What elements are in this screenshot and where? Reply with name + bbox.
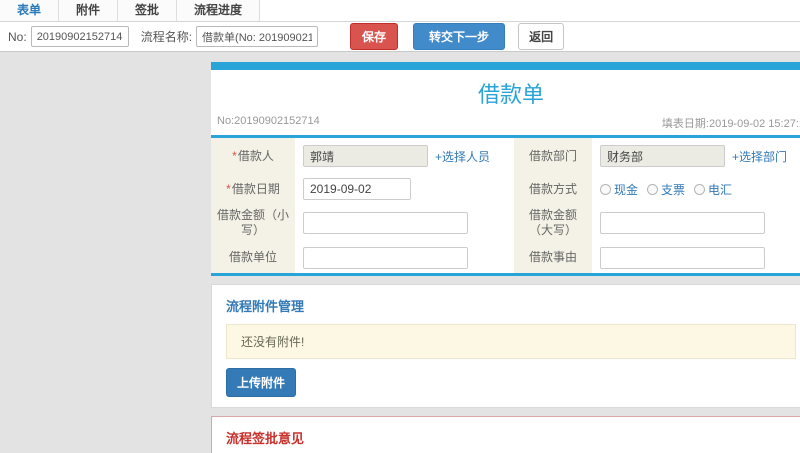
- radio-circle-icon[interactable]: [647, 183, 659, 195]
- borrower-input[interactable]: [303, 145, 428, 167]
- upload-attachment-button[interactable]: 上传附件: [226, 368, 297, 397]
- loan-date-cell: [295, 174, 514, 204]
- process-name-label: 流程名称:: [140, 30, 193, 44]
- doc-number: No:20190902152714: [217, 115, 320, 127]
- loan-date-input[interactable]: [303, 178, 411, 200]
- form-grid: *借款人 +选择人员 借款部门 +选择部门 *借款日期 借款方式: [211, 138, 800, 276]
- department-cell: +选择部门: [592, 138, 800, 174]
- radio-cash-label: 现金: [614, 182, 639, 197]
- radio-cheque-label: 支票: [661, 182, 686, 197]
- select-department-link[interactable]: +选择部门: [732, 148, 787, 165]
- fill-date: 填表日期:2019-09-02 15:27:1: [661, 118, 800, 130]
- amount-upper-label: 借款金额（大写）: [514, 204, 592, 242]
- tab-approval[interactable]: 签批: [118, 0, 178, 21]
- loan-method-label: 借款方式: [514, 174, 592, 204]
- radio-cash[interactable]: 现金: [600, 181, 638, 198]
- loan-method-radio-group: 现金 支票 电汇: [600, 181, 732, 198]
- main-content: 借款单 No:20190902152714 填表日期:2019-09-02 15…: [211, 52, 800, 453]
- attachment-heading: 流程附件管理: [226, 299, 305, 314]
- loan-date-label: *借款日期: [211, 174, 295, 204]
- loan-unit-input[interactable]: [303, 246, 468, 269]
- loan-reason-label: 借款事由: [514, 242, 592, 273]
- borrower-label: *借款人: [211, 138, 295, 174]
- loan-unit-label: 借款单位: [211, 242, 295, 273]
- tab-form[interactable]: 表单: [0, 0, 60, 21]
- attachment-panel: 流程附件管理 还没有附件! 上传附件: [211, 284, 800, 408]
- required-asterisk: *: [226, 181, 231, 196]
- amount-lower-input[interactable]: [303, 212, 468, 234]
- borrower-cell: +选择人员: [295, 138, 514, 174]
- approval-heading: 流程签批意见: [226, 431, 305, 446]
- radio-circle-icon[interactable]: [694, 183, 706, 195]
- loan-reason-input[interactable]: [600, 246, 765, 269]
- page-title: 借款单: [477, 82, 544, 107]
- radio-wire-label: 电汇: [708, 182, 733, 197]
- command-bar: No: 流程名称: 保存 转交下一步 返回: [0, 22, 800, 52]
- back-button[interactable]: 返回: [518, 23, 565, 50]
- amount-lower-label: 借款金额（小写）: [211, 204, 295, 242]
- loan-unit-cell: [295, 242, 514, 273]
- radio-wire[interactable]: 电汇: [694, 181, 732, 198]
- no-attachment-alert: 还没有附件!: [226, 324, 796, 359]
- next-step-button[interactable]: 转交下一步: [413, 23, 506, 50]
- loan-reason-cell: [592, 242, 800, 273]
- radio-circle-icon[interactable]: [600, 183, 611, 195]
- tab-bar: 表单 附件 签批 流程进度: [0, 0, 800, 22]
- department-label: 借款部门: [514, 138, 592, 174]
- loan-form-panel: 借款单 No:20190902152714 填表日期:2019-09-02 15…: [211, 62, 800, 276]
- tab-attachments[interactable]: 附件: [59, 0, 119, 21]
- amount-lower-cell: [295, 204, 514, 242]
- form-meta-row: No:20190902152714 填表日期:2019-09-02 15:27:…: [211, 112, 800, 138]
- no-label: No:: [8, 29, 27, 44]
- tab-progress[interactable]: 流程进度: [177, 0, 261, 21]
- department-input[interactable]: [600, 145, 725, 167]
- amount-upper-input[interactable]: [600, 212, 765, 234]
- approval-panel: 流程签批意见 B I abc ▰ ⚑ 123: [211, 416, 800, 453]
- select-person-link[interactable]: +选择人员: [435, 148, 490, 165]
- save-button[interactable]: 保存: [350, 23, 399, 50]
- process-name-input[interactable]: [196, 26, 319, 47]
- amount-upper-cell: [592, 204, 800, 242]
- radio-cheque[interactable]: 支票: [647, 181, 685, 198]
- required-asterisk: *: [232, 148, 237, 163]
- loan-method-cell: 现金 支票 电汇: [592, 174, 800, 204]
- no-input[interactable]: [30, 26, 129, 47]
